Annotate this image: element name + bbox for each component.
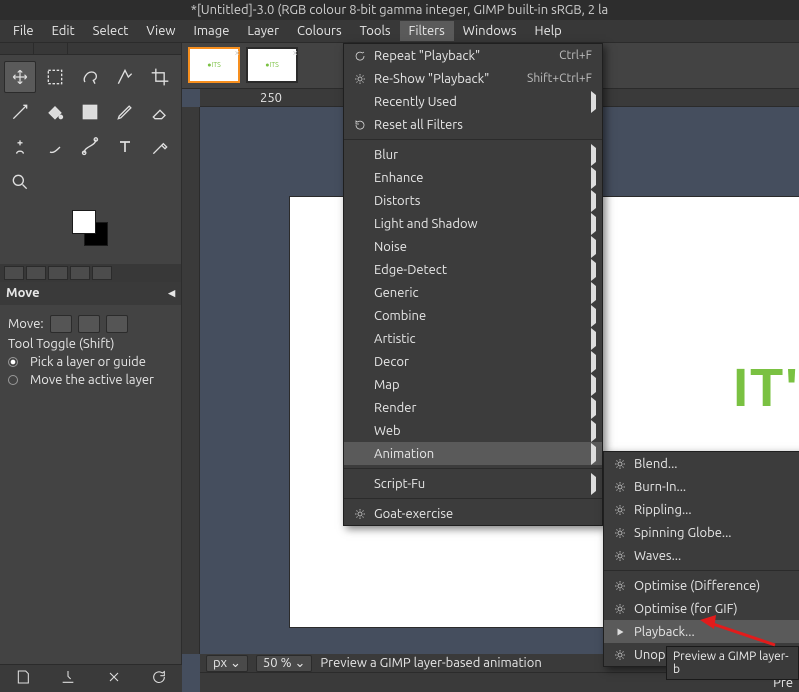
filters-item-noise[interactable]: Noise bbox=[344, 235, 602, 258]
menu-help[interactable]: Help bbox=[526, 21, 571, 41]
tool-options-title: Move ◂ bbox=[0, 282, 181, 305]
save-preset-icon[interactable] bbox=[15, 669, 31, 688]
canvas-text-layer: IT'S F bbox=[733, 357, 799, 419]
clone-tool[interactable] bbox=[4, 131, 36, 163]
zoom-tool[interactable] bbox=[4, 166, 36, 198]
filters-item-re-show-playback-[interactable]: Re-Show "Playback"Shift+Ctrl+F bbox=[344, 67, 602, 90]
fg-bg-swatches[interactable] bbox=[66, 210, 116, 258]
filters-menu: Repeat "Playback"Ctrl+FRe-Show "Playback… bbox=[343, 43, 603, 526]
color-picker-tool[interactable] bbox=[144, 131, 176, 163]
menu-filters[interactable]: Filters bbox=[400, 21, 454, 41]
animation-item-playback-[interactable]: Playback... bbox=[604, 620, 799, 643]
image-thumb-1[interactable]: ●ITS× bbox=[188, 47, 240, 83]
animation-item-rippling-[interactable]: Rippling... bbox=[604, 498, 799, 521]
move-tool[interactable] bbox=[4, 61, 36, 93]
filters-item-artistic[interactable]: Artistic bbox=[344, 327, 602, 350]
gradient-tool[interactable] bbox=[74, 96, 106, 128]
eraser-tool[interactable] bbox=[144, 96, 176, 128]
close-icon[interactable]: × bbox=[292, 47, 298, 58]
menu-colours[interactable]: Colours bbox=[288, 21, 351, 41]
menubar: FileEditSelectViewImageLayerColoursTools… bbox=[0, 20, 799, 43]
fuzzy-select-tool[interactable] bbox=[109, 61, 141, 93]
mode-sel-icon[interactable] bbox=[78, 315, 100, 333]
filters-item-combine[interactable]: Combine bbox=[344, 304, 602, 327]
restore-preset-icon[interactable] bbox=[60, 669, 76, 688]
left-panel: Move ◂ Move: Tool Toggle (Shift) Pick a … bbox=[0, 43, 182, 692]
radio-pick-layer[interactable]: Pick a layer or guide bbox=[8, 355, 173, 369]
filters-item-script-fu[interactable]: Script-Fu bbox=[344, 472, 602, 495]
smudge-tool[interactable] bbox=[39, 131, 71, 163]
filters-item-repeat-playback-[interactable]: Repeat "Playback"Ctrl+F bbox=[344, 44, 602, 67]
menu-image[interactable]: Image bbox=[185, 21, 239, 41]
rotate-tool[interactable] bbox=[4, 96, 36, 128]
animation-item-optimise-for-gif-[interactable]: Optimise (for GIF) bbox=[604, 597, 799, 620]
filters-item-goat-exercise[interactable]: Goat-exercise bbox=[344, 502, 602, 525]
filters-item-edge-detect[interactable]: Edge-Detect bbox=[344, 258, 602, 281]
filters-item-web[interactable]: Web bbox=[344, 419, 602, 442]
toolbox bbox=[0, 55, 181, 204]
vertical-ruler bbox=[182, 107, 200, 654]
menu-edit[interactable]: Edit bbox=[43, 21, 84, 41]
filters-item-decor[interactable]: Decor bbox=[344, 350, 602, 373]
dock-tabs[interactable] bbox=[0, 43, 181, 55]
animation-item-blend-[interactable]: Blend... bbox=[604, 452, 799, 475]
filters-item-reset-all-filters[interactable]: Reset all Filters bbox=[344, 113, 602, 136]
status-message: Preview a GIMP layer-based animation bbox=[320, 656, 541, 670]
filters-item-enhance[interactable]: Enhance bbox=[344, 166, 602, 189]
window-titlebar: *[Untitled]-3.0 (RGB colour 8-bit gamma … bbox=[0, 0, 799, 20]
filters-item-render[interactable]: Render bbox=[344, 396, 602, 419]
animation-item-optimise-difference-[interactable]: Optimise (Difference) bbox=[604, 574, 799, 597]
path-tool[interactable] bbox=[74, 131, 106, 163]
dock-tab-icons[interactable] bbox=[0, 264, 181, 282]
free-select-tool[interactable] bbox=[74, 61, 106, 93]
tool-options-body: Move: Tool Toggle (Shift) Pick a layer o… bbox=[0, 305, 181, 692]
filters-item-generic[interactable]: Generic bbox=[344, 281, 602, 304]
menu-select[interactable]: Select bbox=[84, 21, 138, 41]
menu-tools[interactable]: Tools bbox=[351, 21, 400, 41]
mode-path-icon[interactable] bbox=[106, 315, 128, 333]
unit-select[interactable]: px ⌄ bbox=[206, 655, 248, 672]
tool-options-bottombar bbox=[0, 664, 182, 692]
filters-item-animation[interactable]: Animation bbox=[344, 442, 602, 465]
menu-file[interactable]: File bbox=[4, 21, 43, 41]
menu-layer[interactable]: Layer bbox=[238, 21, 288, 41]
filters-item-distorts[interactable]: Distorts bbox=[344, 189, 602, 212]
rect-select-tool[interactable] bbox=[39, 61, 71, 93]
tooltip: Preview a GIMP layer-b bbox=[666, 646, 799, 680]
animation-item-waves-[interactable]: Waves... bbox=[604, 544, 799, 567]
radio-move-active[interactable]: Move the active layer bbox=[8, 373, 173, 387]
animation-item-spinning-globe-[interactable]: Spinning Globe... bbox=[604, 521, 799, 544]
crop-tool[interactable] bbox=[144, 61, 176, 93]
animation-item-burn-in-[interactable]: Burn-In... bbox=[604, 475, 799, 498]
filters-item-recently-used[interactable]: Recently Used bbox=[344, 90, 602, 113]
bucket-fill-tool[interactable] bbox=[39, 96, 71, 128]
image-thumb-2[interactable]: ●ITS× bbox=[246, 47, 298, 83]
delete-preset-icon[interactable] bbox=[106, 669, 122, 688]
pencil-tool[interactable] bbox=[109, 96, 141, 128]
zoom-select[interactable]: 50 % ⌄ bbox=[256, 655, 312, 672]
text-tool[interactable] bbox=[109, 131, 141, 163]
filters-item-light-and-shadow[interactable]: Light and Shadow bbox=[344, 212, 602, 235]
mode-layer-icon[interactable] bbox=[50, 315, 72, 333]
filters-item-map[interactable]: Map bbox=[344, 373, 602, 396]
menu-windows[interactable]: Windows bbox=[454, 21, 526, 41]
close-icon[interactable]: × bbox=[234, 47, 240, 58]
animation-submenu: Blend...Burn-In...Rippling...Spinning Gl… bbox=[603, 451, 799, 667]
menu-view[interactable]: View bbox=[137, 21, 184, 41]
reset-preset-icon[interactable] bbox=[151, 669, 167, 688]
dock-menu-icon[interactable]: ◂ bbox=[168, 286, 175, 301]
filters-item-blur[interactable]: Blur bbox=[344, 143, 602, 166]
